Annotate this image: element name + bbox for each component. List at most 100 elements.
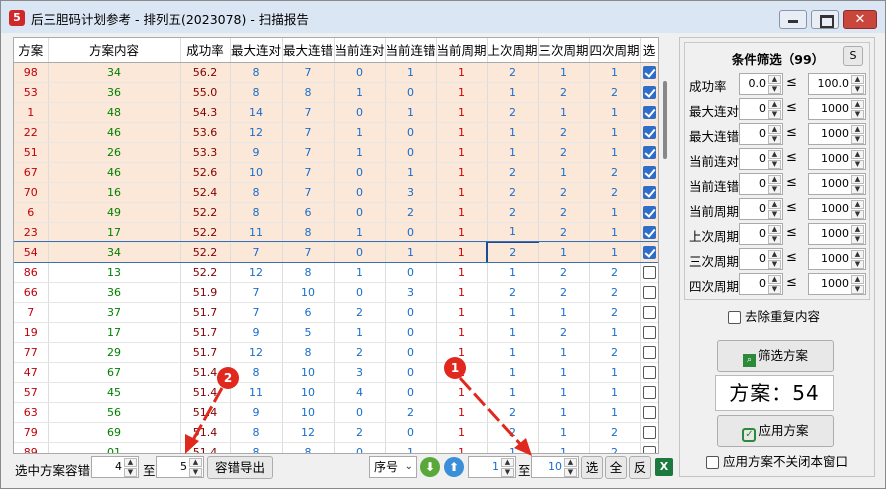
select-cell[interactable]: [640, 122, 658, 143]
row-select-checkbox[interactable]: [642, 185, 656, 199]
row-select-checkbox[interactable]: [642, 165, 656, 179]
close-button[interactable]: [843, 10, 877, 29]
filter-min-spinner[interactable]: 0.0 ▲ ▼: [739, 73, 783, 95]
spin-up-icon[interactable]: ▲: [768, 100, 781, 109]
filter-min-spinner[interactable]: 0 ▲ ▼: [739, 173, 783, 195]
spin-up-icon[interactable]: ▲: [768, 75, 781, 84]
range-to-spinner[interactable]: 10 ▲ ▼: [531, 456, 579, 478]
spin-down-icon[interactable]: ▼: [768, 135, 781, 144]
spin-down-icon[interactable]: ▼: [851, 260, 864, 269]
spin-down-icon[interactable]: ▼: [851, 110, 864, 119]
vertical-scrollbar[interactable]: [663, 81, 667, 159]
spin-up-icon[interactable]: ▲: [768, 175, 781, 184]
column-header[interactable]: 三次周期: [538, 38, 590, 63]
select-cell[interactable]: [640, 102, 658, 123]
select-cell[interactable]: [640, 362, 658, 383]
spin-down-icon[interactable]: ▼: [851, 85, 864, 94]
spin-down-icon[interactable]: ▼: [768, 285, 781, 294]
filter-min-spinner[interactable]: 0 ▲ ▼: [739, 273, 783, 295]
spin-up-icon[interactable]: ▲: [768, 125, 781, 134]
column-header[interactable]: 方案内容: [48, 38, 181, 63]
column-header[interactable]: 成功率: [180, 38, 231, 63]
select-cell[interactable]: [640, 82, 658, 103]
table-row[interactable]: 23 17 52.2 11 8 1 0 1 1 2 1: [14, 222, 658, 243]
maximize-button[interactable]: [811, 10, 839, 29]
keep-window-open-checkbox[interactable]: 应用方案不关闭本窗口: [706, 451, 848, 470]
sort-select[interactable]: 序号 ⌄: [369, 456, 417, 478]
row-select-checkbox[interactable]: [642, 345, 656, 359]
select-cell[interactable]: [640, 402, 658, 423]
select-cell[interactable]: [640, 202, 658, 223]
select-cell[interactable]: [640, 422, 658, 443]
spin-up-icon[interactable]: ▲: [851, 175, 864, 184]
row-select-checkbox[interactable]: [642, 65, 656, 79]
spin-down-icon[interactable]: ▼: [768, 85, 781, 94]
spin-down-icon[interactable]: ▼: [851, 210, 864, 219]
filter-min-spinner[interactable]: 0 ▲ ▼: [739, 123, 783, 145]
row-select-checkbox[interactable]: [642, 405, 656, 419]
filter-max-spinner[interactable]: 1000 ▲ ▼: [808, 223, 866, 245]
select-cell[interactable]: [640, 302, 658, 323]
table-row[interactable]: 98 34 56.2 8 7 0 1 1 2 1 1: [14, 62, 658, 83]
filter-max-spinner[interactable]: 1000 ▲ ▼: [808, 248, 866, 270]
spin-down-icon[interactable]: ▼: [124, 468, 137, 477]
table-row[interactable]: 54 34 52.2 7 7 0 1 1 2 1 1: [14, 241, 658, 263]
spin-up-icon[interactable]: ▲: [851, 125, 864, 134]
row-select-checkbox[interactable]: [642, 445, 656, 453]
spin-up-icon[interactable]: ▲: [564, 458, 577, 467]
column-header[interactable]: 当前周期: [436, 38, 488, 63]
spin-up-icon[interactable]: ▲: [768, 150, 781, 159]
table-row[interactable]: 19 17 51.7 9 5 1 0 1 1 2 1: [14, 322, 658, 343]
filter-min-spinner[interactable]: 0 ▲ ▼: [739, 98, 783, 120]
filter-max-spinner[interactable]: 1000 ▲ ▼: [808, 98, 866, 120]
filter-min-spinner[interactable]: 0 ▲ ▼: [739, 148, 783, 170]
row-select-checkbox[interactable]: [642, 385, 656, 399]
select-cell[interactable]: [640, 342, 658, 363]
spin-up-icon[interactable]: ▲: [189, 458, 202, 467]
row-select-checkbox[interactable]: [642, 105, 656, 119]
invert-selection-button[interactable]: 反: [629, 456, 651, 479]
spin-up-icon[interactable]: ▲: [851, 100, 864, 109]
spin-down-icon[interactable]: ▼: [851, 235, 864, 244]
table-row[interactable]: 77 29 51.7 12 8 2 0 1 1 1 2: [14, 342, 658, 363]
spin-up-icon[interactable]: ▲: [851, 200, 864, 209]
row-select-checkbox[interactable]: [642, 305, 656, 319]
spin-up-icon[interactable]: ▲: [851, 250, 864, 259]
spin-down-icon[interactable]: ▼: [189, 468, 202, 477]
table-row[interactable]: 63 56 51.4 9 10 0 2 1 2 1 1: [14, 402, 658, 423]
s-button[interactable]: S: [843, 46, 863, 66]
row-select-checkbox[interactable]: [642, 225, 656, 239]
filter-max-spinner[interactable]: 1000 ▲ ▼: [808, 148, 866, 170]
excel-export-icon[interactable]: X: [655, 458, 673, 476]
select-cell[interactable]: [640, 222, 658, 243]
select-cell[interactable]: [640, 262, 658, 283]
table-row[interactable]: 66 36 51.9 7 10 0 3 1 2 2 2: [14, 282, 658, 303]
spin-up-icon[interactable]: ▲: [851, 75, 864, 84]
spin-down-icon[interactable]: ▼: [501, 468, 514, 477]
spin-down-icon[interactable]: ▼: [851, 135, 864, 144]
table-row[interactable]: 67 46 52.6 10 7 0 1 1 2 1 2: [14, 162, 658, 183]
spin-down-icon[interactable]: ▼: [851, 160, 864, 169]
table-row[interactable]: 7 37 51.7 7 6 2 0 1 1 1 2: [14, 302, 658, 323]
select-cell[interactable]: [640, 182, 658, 203]
select-cell[interactable]: [640, 322, 658, 343]
column-header[interactable]: 当前连错: [385, 38, 437, 63]
spin-down-icon[interactable]: ▼: [768, 260, 781, 269]
select-all-button[interactable]: 全: [605, 456, 627, 479]
scheme-table[interactable]: 方案 方案内容 成功率 最大连对 最大连错 当前连对 当前连错 当前周期 上次周期 三次周期 四次周…: [13, 37, 659, 454]
spin-up-icon[interactable]: ▲: [851, 275, 864, 284]
spin-down-icon[interactable]: ▼: [768, 210, 781, 219]
range-from-spinner[interactable]: 1 ▲ ▼: [468, 456, 516, 478]
row-select-checkbox[interactable]: [642, 205, 656, 219]
filter-min-spinner[interactable]: 0 ▲ ▼: [739, 248, 783, 270]
row-select-checkbox[interactable]: [642, 265, 656, 279]
spin-up-icon[interactable]: ▲: [124, 458, 137, 467]
spin-up-icon[interactable]: ▲: [851, 225, 864, 234]
filter-min-spinner[interactable]: 0 ▲ ▼: [739, 223, 783, 245]
spin-down-icon[interactable]: ▼: [768, 160, 781, 169]
spin-down-icon[interactable]: ▼: [851, 285, 864, 294]
table-row[interactable]: 57 45 51.4 11 10 4 0 1 1 1 1: [14, 382, 658, 403]
row-select-checkbox[interactable]: [642, 285, 656, 299]
spin-down-icon[interactable]: ▼: [564, 468, 577, 477]
spin-down-icon[interactable]: ▼: [768, 235, 781, 244]
